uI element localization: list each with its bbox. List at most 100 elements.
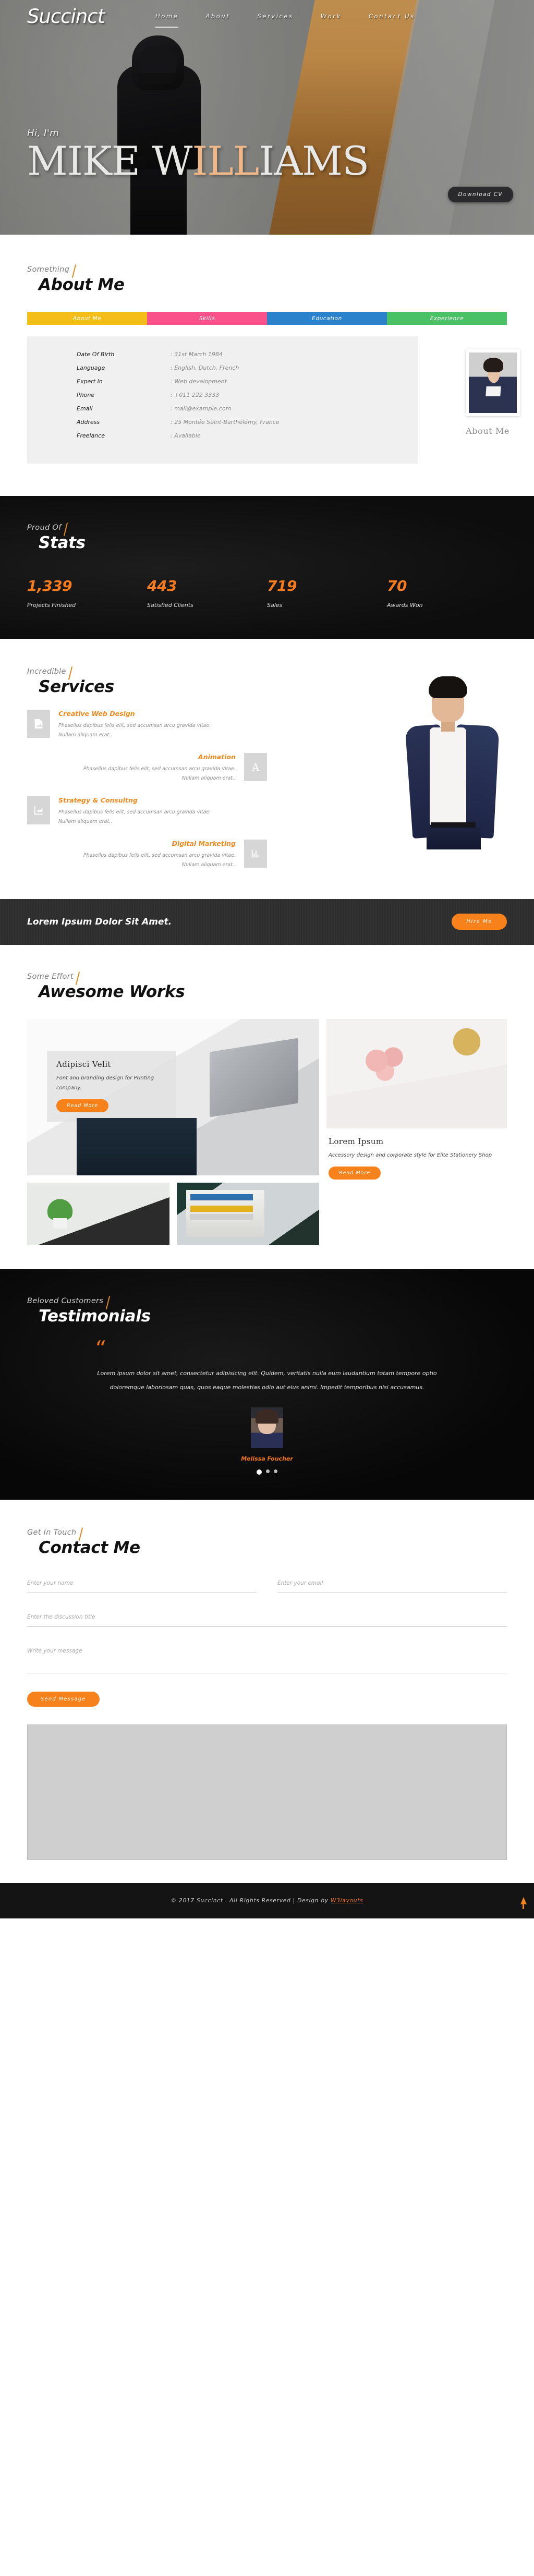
stat-label: Satisfied Clients (147, 602, 193, 609)
about-value: : 31st March 1984 (171, 351, 223, 358)
about-row: Expert In : Web development (77, 378, 418, 385)
stat-item: 1,339 Projects Finished (27, 577, 147, 609)
hero-name-accent-ll: LL (207, 138, 259, 184)
carousel-dots (27, 1469, 507, 1475)
cta-banner: Lorem Ipsum Dolor Sit Amet. Hire Me (0, 898, 534, 945)
portfolio-thumb-desk-flowers[interactable] (326, 1018, 507, 1128)
testimonials-section: Beloved Customers Testimonials “ Lorem i… (0, 1269, 534, 1500)
email-field-wrapper (277, 1576, 507, 1593)
nav-item-about[interactable]: About (192, 13, 244, 20)
service-item-digital-marketing[interactable]: Digital Marketing Phasellus dapibus feli… (52, 840, 267, 869)
carousel-dot-3[interactable] (274, 1469, 277, 1473)
contact-section: Get In Touch Contact Me Se (0, 1499, 534, 1883)
services-list: Creative Web Design Phasellus dapibus fe… (27, 710, 267, 870)
message-textarea[interactable] (27, 1644, 507, 1673)
about-value: : Web development (171, 378, 227, 385)
bar-chart-icon (244, 840, 267, 868)
testimonials-heading: Testimonials (39, 1306, 151, 1326)
service-title: Digital Marketing (172, 840, 236, 848)
about-key: Email (77, 405, 93, 412)
letter-a-icon: A (244, 753, 267, 782)
stats-heading: Stats (39, 533, 86, 552)
service-item-creative-web-design[interactable]: Creative Web Design Phasellus dapibus fe… (27, 710, 267, 739)
stat-number: 719 (267, 577, 297, 594)
name-input[interactable] (27, 1576, 257, 1593)
page-root: Succinct Home About Services Work Contac… (0, 0, 534, 1918)
tab-experience[interactable]: Experience (387, 312, 507, 325)
testimonial-avatar (251, 1407, 283, 1448)
footer-designer-link[interactable]: W3layouts (331, 1898, 363, 1904)
stat-item: 719 Sales (267, 577, 387, 609)
service-item-strategy-consulting[interactable]: Strategy & Consultng Phasellus dapibus f… (27, 796, 267, 826)
nav-item-services[interactable]: Services (244, 13, 307, 20)
download-cv-button[interactable]: Download CV (447, 187, 513, 202)
about-key: Expert In (77, 378, 103, 385)
email-input[interactable] (277, 1576, 507, 1593)
stat-number: 70 (387, 577, 407, 594)
about-row: Language: English, Dutch, French (77, 364, 418, 371)
hero-greeting: Hi, I'm (27, 128, 59, 139)
read-more-button-right[interactable]: Read More (329, 1166, 381, 1180)
hero-name-accent-i: I (192, 138, 208, 184)
subject-input[interactable] (27, 1610, 507, 1627)
portfolio-thumbnails (27, 1182, 319, 1245)
tab-education[interactable]: Education (267, 312, 387, 325)
footer-copyright-text: © 2017 Succinct . All Rights Reserved | … (171, 1897, 329, 1904)
chart-up-icon (27, 796, 50, 825)
hero-section: Succinct Home About Services Work Contac… (0, 0, 534, 235)
portfolio-title: Lorem Ipsum (329, 1136, 384, 1146)
about-photo-caption: About Me (466, 426, 509, 436)
testimonials-eyebrow: Beloved Customers (27, 1297, 108, 1305)
about-row: Freelance : Available (77, 432, 418, 439)
about-portrait-image (469, 353, 517, 413)
hire-me-button[interactable]: Hire Me (452, 914, 507, 930)
stat-item: 70 Awards Won (387, 577, 507, 609)
contact-form-row-3 (27, 1644, 507, 1676)
stat-label: Awards Won (387, 602, 423, 609)
location-map[interactable] (27, 1724, 507, 1860)
hero-copy: Hi, I'm MIKE WILLIAMS (27, 128, 369, 181)
portfolio-grid: Adipisci Velit Font and branding design … (27, 1018, 507, 1245)
nav-item-contact-us[interactable]: Contact Us (355, 13, 429, 20)
tab-skills[interactable]: Skills (147, 312, 267, 325)
testimonial-author: Melissa Foucher (241, 1455, 293, 1462)
stats-eyebrow: Proud Of (27, 524, 66, 532)
cta-text: Lorem Ipsum Dolor Sit Amet. (27, 916, 172, 927)
about-key: Language (77, 364, 105, 371)
about-value: : Available (171, 432, 201, 439)
service-text: Phasellus dapibus felis elit, sed accums… (83, 853, 236, 868)
services-eyebrow: Incredible (27, 667, 71, 676)
site-logo[interactable]: Succinct (27, 5, 142, 28)
top-navigation: Succinct Home About Services Work Contac… (0, 0, 534, 32)
carousel-dot-2[interactable] (266, 1469, 270, 1473)
portfolio-thumb-laptop[interactable] (177, 1182, 319, 1245)
hero-name-text: M (27, 138, 68, 184)
send-message-button[interactable]: Send Message (27, 1691, 100, 1707)
service-title: Creative Web Design (58, 710, 135, 718)
service-item-animation[interactable]: A Animation Phasellus dapibus felis elit… (52, 753, 267, 783)
tab-about-me[interactable]: About Me (27, 312, 147, 325)
about-key: Phone (77, 392, 95, 398)
about-photo-frame (466, 349, 520, 416)
stat-label: Projects Finished (27, 602, 76, 609)
portfolio-thumb-plant[interactable] (27, 1182, 169, 1245)
name-field-wrapper (27, 1576, 257, 1593)
nav-item-home[interactable]: Home (142, 13, 192, 28)
scroll-to-top-stem[interactable] (523, 1902, 524, 1909)
service-text: Phasellus dapibus felis elit, sed accums… (58, 809, 211, 824)
portfolio-item-adipisci-velit[interactable]: Adipisci Velit Font and branding design … (27, 1018, 319, 1175)
footer-copyright: © 2017 Succinct . All Rights Reserved | … (171, 1898, 363, 1904)
about-key: Freelance (77, 432, 105, 439)
service-text: Phasellus dapibus felis elit, sed accums… (58, 723, 211, 738)
about-row: Phone: +011 222 3333 (77, 392, 418, 398)
testimonial-quote: Lorem ipsum dolor sit amet, consectetur … (97, 1369, 437, 1391)
site-footer: © 2017 Succinct . All Rights Reserved | … (0, 1882, 534, 1918)
stats-grid: 1,339 Projects Finished 443 Satisfied Clie… (27, 577, 507, 609)
nav-item-work[interactable]: Work (307, 13, 355, 20)
read-more-button-left[interactable]: Read More (56, 1099, 109, 1112)
about-heading: About Me (39, 275, 125, 294)
services-person-image (403, 675, 512, 849)
carousel-dot-1[interactable] (257, 1469, 262, 1475)
portfolio-column-right: Lorem Ipsum Accessory design and corpora… (326, 1018, 507, 1245)
portfolio-overlay: Adipisci Velit Font and branding design … (47, 1051, 176, 1122)
